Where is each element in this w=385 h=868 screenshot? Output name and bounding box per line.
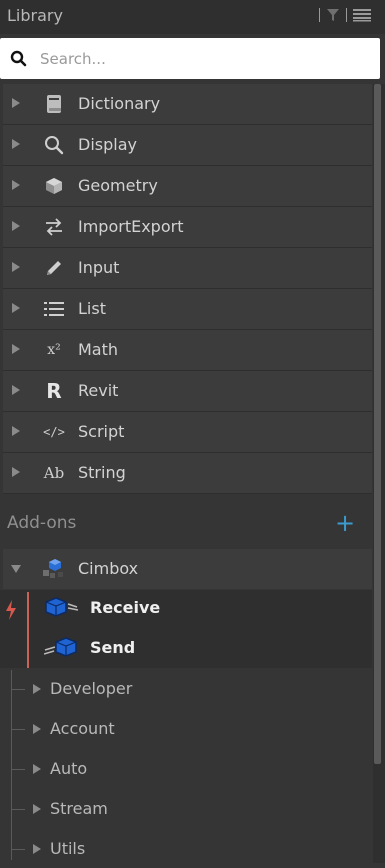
- tree-branch: [11, 769, 25, 770]
- subcategory-label: Utils: [50, 839, 86, 858]
- expand-arrow-icon[interactable]: [12, 344, 20, 354]
- x-squared-icon: x²: [43, 339, 65, 361]
- scrollbar[interactable]: [373, 84, 385, 863]
- header-tools: [319, 8, 371, 22]
- category-script[interactable]: </> Script: [3, 412, 372, 453]
- expand-arrow-icon[interactable]: [12, 180, 20, 190]
- subcategory-stream[interactable]: Stream: [11, 790, 311, 828]
- category-label: Input: [78, 258, 120, 277]
- category-label: Display: [78, 135, 137, 154]
- icon-glyph: R: [46, 379, 62, 403]
- tree-branch: [11, 849, 25, 850]
- package-label: Cimbox: [78, 559, 139, 578]
- member-send[interactable]: Send: [44, 630, 344, 666]
- swap-arrows-icon: [43, 216, 65, 238]
- category-math[interactable]: x² Math: [3, 330, 372, 371]
- tree-branch: [11, 809, 25, 810]
- expand-arrow-icon[interactable]: [12, 467, 20, 477]
- expand-arrow-icon[interactable]: [12, 385, 20, 395]
- expand-arrow-icon[interactable]: [33, 804, 41, 814]
- library-title: Library: [7, 6, 63, 25]
- subcategory-auto[interactable]: Auto: [11, 750, 311, 788]
- tree-branch: [11, 689, 25, 690]
- addons-section-header: Add-ons +: [0, 504, 372, 544]
- category-label: ImportExport: [78, 217, 184, 236]
- member-receive[interactable]: Receive: [44, 590, 344, 626]
- send-cube-icon: [44, 637, 77, 657]
- icon-glyph: Ab: [43, 464, 65, 482]
- member-label: Send: [90, 638, 136, 657]
- lightning-bolt-icon: [6, 600, 16, 620]
- receive-cube-icon: [45, 597, 79, 617]
- category-label: Script: [78, 422, 125, 441]
- category-label: Revit: [78, 381, 119, 400]
- icon-glyph: </>: [43, 425, 65, 439]
- scrollbar-thumb[interactable]: [374, 84, 381, 764]
- expand-arrow-icon[interactable]: [12, 426, 20, 436]
- category-dictionary[interactable]: Dictionary: [3, 84, 372, 125]
- category-list[interactable]: List: [3, 289, 372, 330]
- category-label: String: [78, 463, 126, 482]
- subcategory-label: Account: [50, 719, 115, 738]
- divider: [346, 8, 347, 22]
- category-label: Geometry: [78, 176, 158, 195]
- subcategory-utils[interactable]: Utils: [11, 830, 311, 868]
- expand-arrow-icon[interactable]: [12, 262, 20, 272]
- category-display[interactable]: Display: [3, 125, 372, 166]
- expand-arrow-icon[interactable]: [12, 139, 20, 149]
- search-box[interactable]: [0, 38, 380, 79]
- category-label: Math: [78, 340, 119, 359]
- subcategory-account[interactable]: Account: [11, 710, 311, 748]
- expand-arrow-icon[interactable]: [12, 221, 20, 231]
- library-header: Library: [0, 0, 385, 34]
- expand-arrow-icon[interactable]: [12, 303, 20, 313]
- expand-arrow-icon[interactable]: [12, 98, 20, 108]
- tree-branch: [11, 729, 25, 730]
- category-input[interactable]: Input: [3, 248, 372, 289]
- cube-icon: [43, 175, 65, 197]
- category-list: Dictionary Display Geometry ImportExport…: [3, 84, 372, 494]
- package-members: Receive Send: [0, 590, 372, 668]
- list-icon: [43, 298, 65, 320]
- package-cimbox[interactable]: Cimbox: [3, 549, 372, 589]
- package-subcategories: Developer Account Auto Stream Utils: [0, 670, 372, 863]
- expand-arrow-icon[interactable]: [33, 684, 41, 694]
- search-icon: [10, 50, 27, 67]
- expand-arrow-icon[interactable]: [33, 844, 41, 854]
- ab-text-icon: Ab: [43, 462, 65, 484]
- expand-arrow-icon[interactable]: [33, 764, 41, 774]
- category-string[interactable]: Ab String: [3, 453, 372, 494]
- revit-r-icon: R: [43, 379, 65, 403]
- add-package-plus-icon[interactable]: +: [335, 511, 355, 535]
- category-label: List: [78, 299, 106, 318]
- member-marker-line: [27, 592, 29, 668]
- pencil-icon: [43, 257, 65, 279]
- subcategory-label: Stream: [50, 799, 108, 818]
- cimbox-package-icon: [43, 559, 63, 578]
- subcategory-developer[interactable]: Developer: [11, 670, 311, 708]
- expand-arrow-icon[interactable]: [33, 724, 41, 734]
- category-label: Dictionary: [78, 94, 161, 113]
- collapse-arrow-icon[interactable]: [11, 565, 21, 573]
- addons-label: Add-ons: [7, 513, 77, 533]
- member-label: Receive: [90, 598, 161, 617]
- filter-icon[interactable]: [326, 8, 340, 22]
- category-geometry[interactable]: Geometry: [3, 166, 372, 207]
- search-input[interactable]: [38, 45, 362, 73]
- category-revit[interactable]: R Revit: [3, 371, 372, 412]
- magnifier-icon: [43, 134, 65, 156]
- icon-glyph: x²: [47, 342, 61, 358]
- category-importexport[interactable]: ImportExport: [3, 207, 372, 248]
- dictionary-book-icon: [43, 93, 65, 115]
- view-layout-icon[interactable]: [353, 8, 371, 22]
- subcategory-label: Auto: [50, 759, 88, 778]
- divider: [319, 8, 320, 22]
- subcategory-label: Developer: [50, 679, 133, 698]
- code-tag-icon: </>: [43, 421, 65, 443]
